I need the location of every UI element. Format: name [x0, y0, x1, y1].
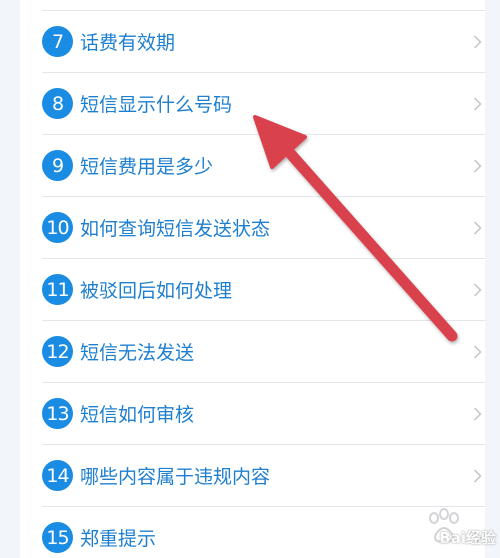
- item-number-badge: 15: [42, 522, 73, 553]
- chevron-right-icon: [473, 282, 482, 297]
- faq-item-label: 如何查询短信发送状态: [80, 218, 271, 240]
- faq-item-label: 短信显示什么号码: [80, 94, 233, 116]
- faq-item-label: 哪些内容属于违规内容: [80, 466, 271, 488]
- faq-item-11[interactable]: 11 被驳回后如何处理: [42, 258, 485, 320]
- faq-item-label: 短信费用是多少: [80, 156, 214, 178]
- chevron-right-icon: [473, 344, 482, 359]
- item-number-badge: 10: [42, 212, 73, 243]
- item-number-badge: 7: [42, 26, 73, 57]
- item-number-badge: 11: [42, 274, 73, 305]
- chevron-right-icon: [473, 468, 482, 483]
- item-number-badge: 13: [42, 398, 73, 429]
- faq-item-label: 话费有效期: [80, 32, 176, 54]
- faq-item-label: 郑重提示: [80, 528, 157, 550]
- chevron-right-icon: [473, 34, 482, 49]
- faq-item-label: 短信如何审核: [80, 404, 195, 426]
- item-number-badge: 12: [42, 336, 73, 367]
- faq-item-7[interactable]: 7 话费有效期: [42, 10, 485, 72]
- chevron-right-icon: [473, 96, 482, 111]
- faq-item-8[interactable]: 8 短信显示什么号码: [42, 72, 485, 134]
- item-number-badge: 14: [42, 460, 73, 491]
- faq-panel: 7 话费有效期 8 短信显示什么号码 9 短信费用是多少 10 如何查询短信发送…: [20, 0, 485, 558]
- watermark-text: Bai经验: [439, 529, 496, 547]
- item-number-badge: 8: [42, 88, 73, 119]
- faq-item-12[interactable]: 12 短信无法发送: [42, 320, 485, 382]
- faq-item-14[interactable]: 14 哪些内容属于违规内容: [42, 444, 485, 506]
- faq-item-label: 短信无法发送: [80, 342, 195, 364]
- item-number-badge: 9: [42, 150, 73, 181]
- chevron-right-icon: [473, 158, 482, 173]
- faq-list: 7 话费有效期 8 短信显示什么号码 9 短信费用是多少 10 如何查询短信发送…: [42, 10, 485, 558]
- faq-item-label: 被驳回后如何处理: [80, 280, 233, 302]
- faq-item-10[interactable]: 10 如何查询短信发送状态: [42, 196, 485, 258]
- faq-item-13[interactable]: 13 短信如何审核: [42, 382, 485, 444]
- chevron-right-icon: [473, 406, 482, 421]
- faq-item-9[interactable]: 9 短信费用是多少: [42, 134, 485, 196]
- chevron-right-icon: [473, 220, 482, 235]
